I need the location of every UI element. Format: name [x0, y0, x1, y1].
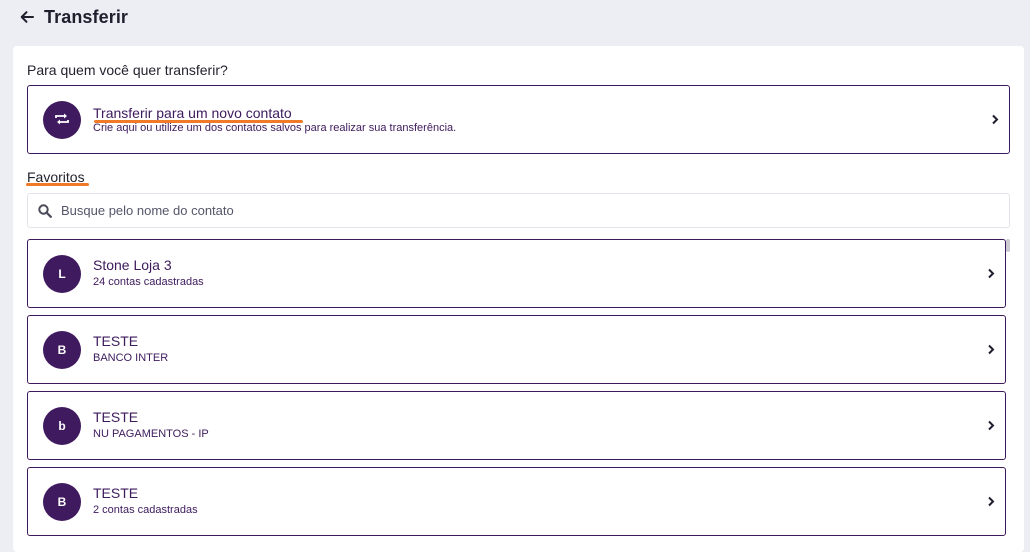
favorite-contact-row[interactable]: B TESTE BANCO INTER: [27, 315, 1006, 384]
list-scrollbar[interactable]: [1006, 239, 1010, 252]
new-contact-subtitle: Crie aqui ou utilize um dos contatos sal…: [93, 122, 457, 134]
contact-name: TESTE: [93, 409, 139, 425]
new-contact-avatar: [43, 101, 81, 139]
page-title: Transferir: [44, 6, 129, 27]
contact-name: TESTE: [93, 485, 139, 501]
transfer-panel: Para quem você quer transferir? Transfer…: [13, 46, 1024, 552]
new-contact-title: Transferir para um novo contato: [93, 105, 292, 121]
favorite-contact-row[interactable]: B TESTE 2 contas cadastradas: [27, 467, 1006, 536]
contact-detail: NU PAGAMENTOS - IP: [93, 428, 209, 440]
contact-detail: 2 contas cadastradas: [93, 504, 198, 516]
contact-search[interactable]: [27, 193, 1010, 228]
contact-avatar: B: [43, 483, 81, 521]
contact-detail: BANCO INTER: [93, 352, 169, 364]
favorites-underline: [26, 183, 89, 186]
chevron-right-icon: [986, 267, 996, 279]
chevron-right-icon: [986, 495, 996, 507]
transfer-arrows-icon: [54, 112, 70, 129]
chevron-right-icon: [990, 113, 1000, 125]
favorite-contact-row[interactable]: L Stone Loja 3 24 contas cadastradas: [27, 239, 1006, 308]
contact-avatar: b: [43, 407, 81, 445]
arrow-left-icon[interactable]: [20, 9, 36, 25]
contact-avatar: L: [43, 255, 81, 293]
new-contact-card[interactable]: Transferir para um novo contato Crie aqu…: [27, 85, 1010, 154]
contact-name: Stone Loja 3: [93, 257, 172, 273]
chevron-right-icon: [986, 343, 996, 355]
contact-detail: 24 contas cadastradas: [93, 276, 204, 288]
search-input[interactable]: [61, 194, 1001, 227]
search-icon: [38, 204, 52, 218]
page-header: Transferir: [20, 4, 128, 30]
contact-name: TESTE: [93, 333, 139, 349]
contact-avatar: B: [43, 331, 81, 369]
question-label: Para quem você quer transferir?: [27, 62, 228, 78]
chevron-right-icon: [986, 419, 996, 431]
favorite-contact-row[interactable]: b TESTE NU PAGAMENTOS - IP: [27, 391, 1006, 460]
